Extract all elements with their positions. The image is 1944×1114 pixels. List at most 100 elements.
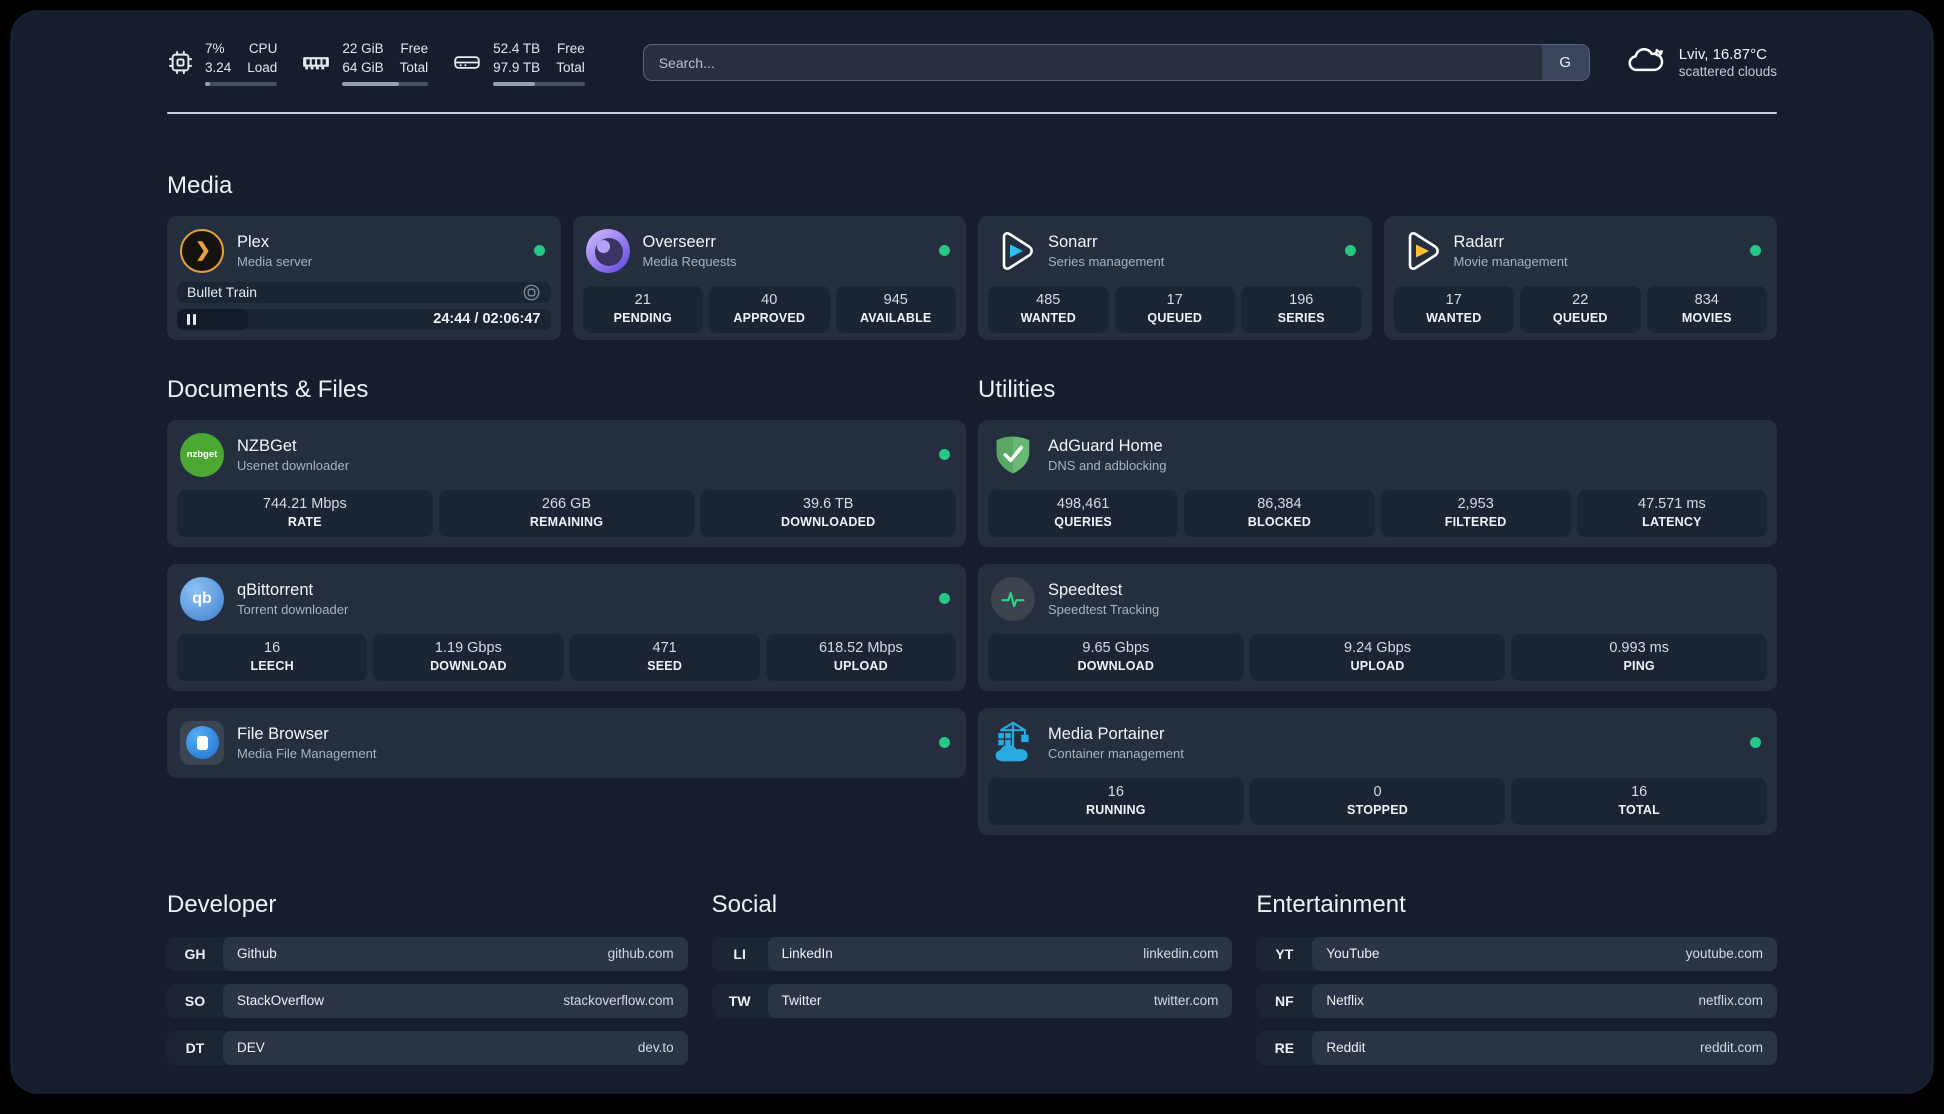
bookmark-url: stackoverflow.com: [563, 993, 674, 1009]
stat-seed: 471 SEED: [569, 633, 760, 681]
app-card-filebrowser[interactable]: File Browser Media File Management: [167, 707, 966, 778]
memory-icon: [301, 49, 331, 76]
app-title: AdGuard Home: [1048, 436, 1163, 455]
adguard-icon: [991, 433, 1035, 477]
bookmark-abbr: YT: [1275, 945, 1294, 962]
pause-icon: [187, 313, 196, 325]
bookmark-abbr: RE: [1274, 1039, 1295, 1056]
bookmark-name: LinkedIn: [781, 946, 833, 962]
stat-download: 1.19 Gbps DOWNLOAD: [373, 633, 564, 681]
bookmark-netflix[interactable]: NF Netflix netflix.com: [1256, 983, 1777, 1018]
status-dot-online: [1750, 245, 1761, 257]
bookmark-url: github.com: [607, 946, 674, 962]
bookmark-reddit[interactable]: RE Reddit reddit.com: [1256, 1030, 1777, 1065]
section-title-media: Media: [167, 171, 233, 199]
app-title: Speedtest: [1048, 580, 1123, 599]
app-card-speedtest[interactable]: Speedtest Speedtest Tracking 9.65 Gbps DO…: [978, 563, 1777, 691]
status-dot-online: [939, 245, 950, 257]
bookmark-name: Github: [237, 946, 277, 962]
app-card-overseerr[interactable]: Overseerr Media Requests 21 PENDING 40 APP…: [572, 215, 966, 340]
plex-icon: ❯: [180, 228, 224, 273]
app-title: qBittorrent: [237, 580, 314, 599]
section-social: Social LI LinkedIn linkedin.com TW Twitt…: [711, 891, 1233, 1065]
stat-pending: 21 PENDING: [582, 285, 703, 333]
stat-wanted: 485 WANTED: [988, 285, 1109, 333]
app-title: File Browser: [237, 724, 329, 743]
bookmark-github[interactable]: GH Github github.com: [167, 936, 688, 971]
search-input[interactable]: [643, 45, 1542, 81]
stat-queries: 498,461 QUERIES: [988, 489, 1179, 537]
stat-wanted: 17 WANTED: [1393, 285, 1514, 333]
speedtest-icon: [991, 576, 1035, 621]
radarr-icon: [1397, 229, 1441, 273]
section-title-developer: Developer: [167, 890, 277, 918]
status-dot-online: [1344, 245, 1356, 257]
status-dot-online: [533, 245, 545, 257]
cpu-label: CPU: [248, 41, 278, 56]
section-title-utilities: Utilities: [978, 375, 1056, 403]
bookmark-abbr: SO: [184, 992, 206, 1009]
status-dot-online: [1750, 737, 1761, 749]
stat-stopped: 0 STOPPED: [1249, 777, 1506, 825]
cpu-widget: 7% 3.24 CPU Load: [167, 40, 278, 86]
bookmark-name: Netflix: [1326, 993, 1364, 1009]
memory-progress-bar: [342, 81, 429, 86]
app-subtitle: Media File Management: [237, 745, 377, 761]
app-card-sonarr[interactable]: Sonarr Series management 485 WANTED 17 QUE…: [978, 215, 1372, 340]
app-subtitle: Speedtest Tracking: [1048, 601, 1160, 617]
stat-movies: 834 MOVIES: [1646, 285, 1767, 333]
memory-total-value: 64 GiB: [342, 59, 384, 75]
stat-latency: 47.571 ms LATENCY: [1576, 489, 1767, 537]
cpu-load-label: Load: [247, 59, 278, 75]
topbar: 7% 3.24 CPU Load 22 GiB 64 GiB Free Tota…: [167, 40, 1777, 86]
app-card-nzbget[interactable]: nzbget NZBGet Usenet downloader 744.21 M…: [167, 419, 966, 547]
search-engine-button[interactable]: G: [1541, 45, 1589, 81]
section-entertainment: Entertainment YT YouTube youtube.com NF …: [1256, 891, 1777, 1065]
stat-rate: 744.21 Mbps RATE: [177, 489, 433, 537]
session-icon: [523, 284, 539, 301]
cpu-usage-value: 7%: [205, 41, 225, 56]
disk-total-value: 97.9 TB: [493, 59, 541, 75]
stat-upload: 9.24 Gbps UPLOAD: [1249, 633, 1506, 681]
bookmark-abbr: DT: [185, 1039, 205, 1056]
cpu-load-value: 3.24: [205, 59, 232, 75]
app-subtitle: Movie management: [1453, 253, 1568, 269]
bookmark-abbr: GH: [184, 945, 206, 962]
status-dot-online: [939, 449, 950, 461]
bookmark-name: Reddit: [1326, 1040, 1366, 1056]
app-title: Overseerr: [642, 232, 716, 251]
section-title-documents: Documents & Files: [167, 375, 369, 403]
bookmark-twitter[interactable]: TW Twitter twitter.com: [711, 983, 1233, 1018]
stat-total: 16 TOTAL: [1511, 777, 1768, 825]
bookmark-url: linkedin.com: [1143, 946, 1219, 962]
app-title: Radarr: [1453, 232, 1504, 251]
bookmark-dev[interactable]: DT DEV dev.to: [167, 1030, 688, 1065]
bookmark-url: dev.to: [637, 1040, 674, 1056]
stat-filtered: 2,953 FILTERED: [1380, 489, 1571, 537]
section-documents: Documents & Files nzbget NZBGet Usenet d…: [167, 376, 966, 835]
app-card-radarr[interactable]: Radarr Movie management 17 WANTED 22 QUEUE…: [1383, 215, 1777, 340]
qbittorrent-icon: qb: [180, 576, 224, 621]
app-card-plex[interactable]: ❯ Plex Media server Bullet Train 24:44 /…: [167, 215, 561, 340]
stat-downloaded: 39.6 TB DOWNLOADED: [700, 489, 957, 537]
app-title: Media Portainer: [1048, 724, 1165, 743]
bookmark-linkedin[interactable]: LI LinkedIn linkedin.com: [711, 936, 1233, 971]
app-card-portainer[interactable]: Media Portainer Container management 16 R…: [978, 707, 1777, 835]
weather-widget: Lviv, 16.87°C scattered clouds: [1624, 44, 1777, 81]
bookmark-stackoverflow[interactable]: SO StackOverflow stackoverflow.com: [167, 983, 688, 1018]
app-card-qbittorrent[interactable]: qb qBittorrent Torrent downloader 16 LEEC…: [167, 563, 966, 691]
bookmark-youtube[interactable]: YT YouTube youtube.com: [1256, 936, 1777, 971]
bookmark-name: DEV: [237, 1040, 265, 1056]
section-utilities: Utilities AdGuard Home DNS and adblockin…: [978, 376, 1777, 835]
overseerr-icon: [585, 228, 630, 273]
app-title: Plex: [237, 232, 270, 251]
topbar-divider: [167, 111, 1777, 114]
disk-progress-bar: [493, 81, 585, 86]
status-dot-online: [939, 737, 950, 749]
playback-elapsed-fill: [177, 308, 248, 330]
memory-widget: 22 GiB 64 GiB Free Total: [301, 40, 429, 86]
disk-widget: 52.4 TB 97.9 TB Free Total: [452, 40, 585, 86]
memory-total-label: Total: [399, 59, 429, 75]
app-card-adguard[interactable]: AdGuard Home DNS and adblocking 498,461 Q…: [978, 419, 1777, 547]
now-playing-row: Bullet Train: [177, 281, 551, 303]
